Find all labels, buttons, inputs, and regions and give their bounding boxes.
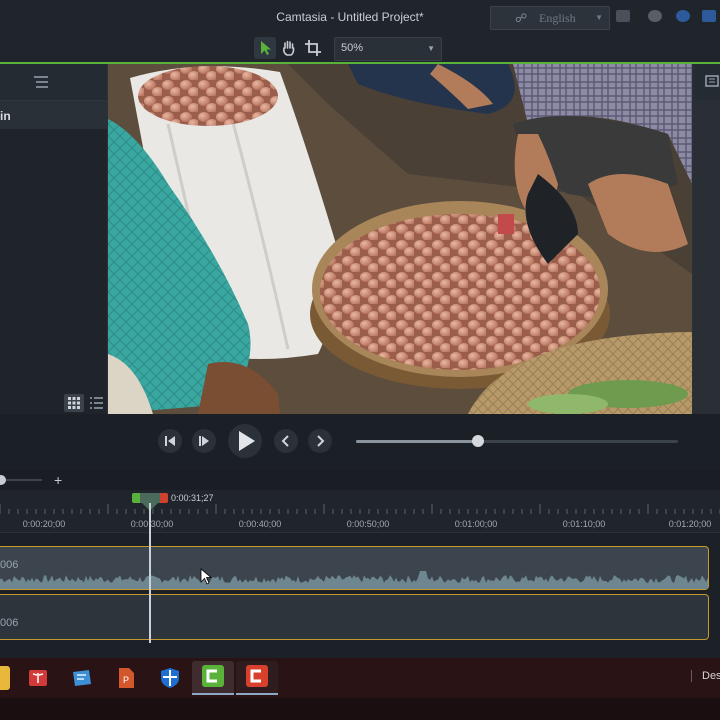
media-bin-tab-label: in xyxy=(0,109,11,123)
user-icon[interactable] xyxy=(648,10,662,22)
camtasia-red-icon xyxy=(236,665,278,695)
settings-icon[interactable] xyxy=(676,10,690,22)
list-icon[interactable] xyxy=(34,74,50,90)
timeline: 0:00:20;00 0:00:30;00 0:00:40;00 0:00:50… xyxy=(0,490,720,650)
timeline-zoom-handle[interactable] xyxy=(0,475,6,485)
time-ruler[interactable]: 0:00:20;00 0:00:30;00 0:00:40;00 0:00:50… xyxy=(0,490,720,533)
shield-icon xyxy=(161,668,179,688)
clip-label: 006 xyxy=(0,617,19,629)
crop-icon xyxy=(305,40,321,56)
ruler-label: 0:01:10;00 xyxy=(562,519,606,529)
reader-app-icon[interactable] xyxy=(26,666,50,690)
view-toggle xyxy=(62,392,108,414)
clip-label: 006 xyxy=(0,559,19,571)
windows-security-icon[interactable] xyxy=(158,666,182,690)
powerpoint-icon[interactable]: P xyxy=(114,666,138,690)
windows-taskbar: P Des xyxy=(0,658,720,698)
scrubber-progress xyxy=(356,440,479,443)
chevron-down-icon: ▼ xyxy=(427,44,435,53)
media-bin-tab[interactable]: in xyxy=(0,101,107,129)
timeline-zoom-slider[interactable] xyxy=(0,479,42,481)
step-forward-button[interactable] xyxy=(192,429,216,453)
camtasia-recorder-taskbar-item[interactable] xyxy=(192,661,234,695)
title-bar: Camtasia - Untitled Project* ☍ English ▼ xyxy=(0,0,720,34)
step-back-icon xyxy=(165,436,175,446)
book-icon xyxy=(29,670,47,686)
playhead-time: 0:00:31;27 xyxy=(171,493,214,503)
properties-content xyxy=(693,100,720,414)
document-icon: P xyxy=(119,668,134,688)
language-label: English xyxy=(539,11,576,25)
globe-icon: ☍ xyxy=(515,11,528,25)
sticky-notes-icon[interactable] xyxy=(70,666,94,690)
market-video-frame xyxy=(108,64,692,414)
out-point-handle[interactable] xyxy=(160,493,168,503)
chevron-right-icon xyxy=(317,435,325,447)
media-bin-panel: in xyxy=(0,64,108,414)
list-view-icon[interactable] xyxy=(87,394,105,412)
mouse-cursor-icon xyxy=(200,568,213,585)
step-back-button[interactable] xyxy=(158,429,182,453)
camtasia-editor-taskbar-item[interactable] xyxy=(236,661,278,695)
keyboard-icon[interactable] xyxy=(616,10,630,22)
grid-view-icon[interactable] xyxy=(64,394,84,412)
ruler-label: 0:01:20;00 xyxy=(668,519,712,529)
video-preview-canvas[interactable] xyxy=(108,64,692,414)
network-icon[interactable] xyxy=(702,10,716,22)
playhead-handle[interactable] xyxy=(140,493,160,503)
ruler-label: 0:00:50;00 xyxy=(346,519,390,529)
scrubber-handle[interactable] xyxy=(472,435,485,447)
hand-pan-icon xyxy=(283,40,295,56)
bottom-strip xyxy=(0,698,720,720)
canvas-toolbar: 50% ▼ xyxy=(0,34,720,64)
panel-header xyxy=(0,64,107,101)
pan-tool-button[interactable] xyxy=(278,37,300,59)
play-icon xyxy=(239,431,255,451)
zoom-dropdown[interactable]: 50% ▼ xyxy=(334,37,442,61)
language-selector[interactable]: ☍ English ▼ xyxy=(490,6,610,30)
chevron-down-icon: ▼ xyxy=(595,13,603,22)
notes-icon xyxy=(73,670,91,686)
properties-panel xyxy=(692,64,720,414)
camtasia-green-icon xyxy=(192,665,234,695)
crop-tool-button[interactable] xyxy=(302,37,324,59)
select-arrow-icon xyxy=(261,41,271,55)
in-point-handle[interactable] xyxy=(132,493,140,503)
timeline-clip-video[interactable]: 006 xyxy=(0,594,709,640)
previous-clip-button[interactable] xyxy=(274,429,298,453)
zoom-value: 50% xyxy=(341,42,364,54)
properties-icon[interactable] xyxy=(705,74,719,88)
next-clip-button[interactable] xyxy=(308,429,332,453)
ruler-label: 0:00:20;00 xyxy=(22,519,66,529)
file-explorer-icon[interactable] xyxy=(0,666,10,690)
ruler-label: 0:00:30;00 xyxy=(130,519,174,529)
playback-controls xyxy=(0,414,720,470)
timeline-toolbar: + xyxy=(0,470,720,490)
select-tool-button[interactable] xyxy=(254,37,276,59)
timeline-clip-audio[interactable]: 006 xyxy=(0,546,709,590)
playback-scrubber[interactable] xyxy=(356,435,678,447)
playhead-line xyxy=(149,503,151,643)
play-button[interactable] xyxy=(228,424,262,458)
step-forward-icon xyxy=(199,436,209,446)
chevron-left-icon xyxy=(281,435,289,447)
ruler-label: 0:01:00;00 xyxy=(454,519,498,529)
audio-waveform xyxy=(0,571,708,589)
properties-header xyxy=(693,64,720,100)
ruler-label: 0:00:40;00 xyxy=(238,519,282,529)
svg-text:P: P xyxy=(123,675,129,685)
show-desktop-label[interactable]: Des xyxy=(691,670,720,682)
zoom-in-button[interactable]: + xyxy=(54,472,62,488)
